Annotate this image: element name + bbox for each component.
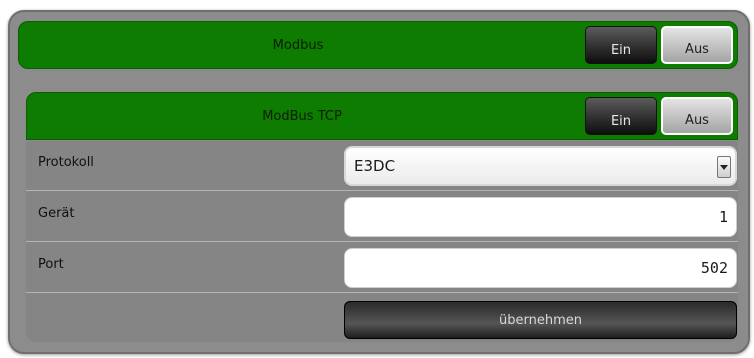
apply-button[interactable]: übernehmen <box>344 301 737 339</box>
device-row: Gerät 1 <box>26 192 738 242</box>
modbus-title: Modbus <box>272 37 324 53</box>
protocol-select[interactable]: E3DC <box>344 146 737 186</box>
device-label: Gerät <box>38 206 75 221</box>
modbus-tcp-header: ModBus TCP Ein Aus <box>26 92 738 140</box>
modbus-header: Modbus Ein Aus <box>18 21 738 69</box>
modbus-off-button[interactable]: Aus <box>661 26 733 64</box>
modbus-tcp-title: ModBus TCP <box>262 108 342 124</box>
port-input[interactable]: 502 <box>344 248 737 288</box>
dropdown-arrow-icon[interactable] <box>717 156 731 178</box>
modbus-tcp-on-button[interactable]: Ein <box>585 97 657 135</box>
port-label: Port <box>38 257 64 272</box>
device-input[interactable]: 1 <box>344 197 737 237</box>
protocol-selected-value: E3DC <box>354 157 396 175</box>
port-row: Port 502 <box>26 243 738 293</box>
modbus-tcp-off-button[interactable]: Aus <box>661 97 733 135</box>
modbus-on-button[interactable]: Ein <box>585 26 657 64</box>
protocol-row: Protokoll E3DC <box>26 141 738 191</box>
apply-row: übernehmen <box>26 294 738 342</box>
protocol-label: Protokoll <box>38 155 94 170</box>
modbus-tcp-form: Protokoll E3DC Gerät 1 Port 502 übernehm… <box>26 141 738 342</box>
